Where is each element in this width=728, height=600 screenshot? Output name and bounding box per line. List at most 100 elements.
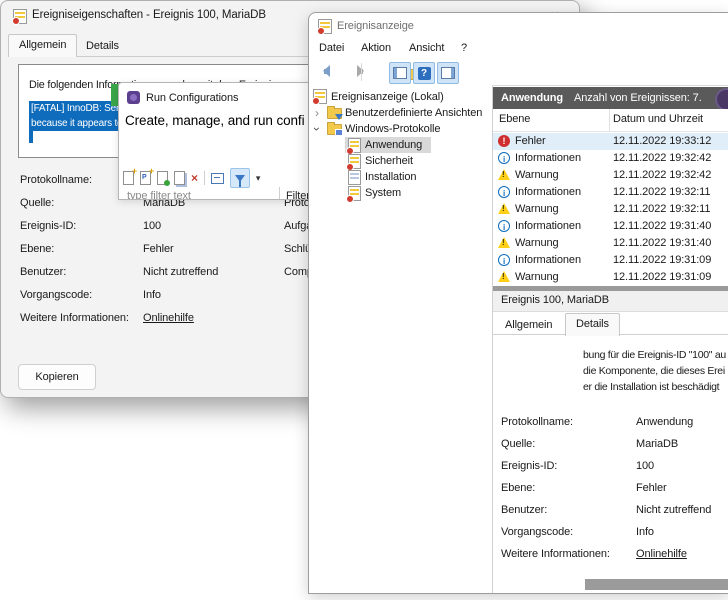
- launch-toolbar: × ▾: [123, 167, 307, 189]
- toolbar: ?: [309, 59, 728, 86]
- field-label: Protokollname:: [20, 174, 92, 186]
- event-viewer-window: Ereignisanzeige Datei Aktion Ansicht ? ?…: [308, 12, 728, 594]
- preview-tabs: Allgemein Details: [493, 313, 728, 335]
- row-datetime: 12.11.2022 19:31:09: [613, 254, 711, 266]
- field-value: MariaDB: [636, 438, 678, 450]
- field-value: Fehler: [636, 482, 667, 494]
- setup-log-icon: [348, 170, 361, 185]
- funnel-icon: [235, 175, 245, 182]
- row-level: Warnung: [515, 203, 559, 215]
- chevron-down-icon[interactable]: ›: [310, 127, 324, 131]
- help-toggle-icon[interactable]: ?: [413, 62, 435, 84]
- tree-root-label: Ereignisanzeige (Lokal): [331, 91, 444, 103]
- tab-allgemein[interactable]: Allgemein: [495, 315, 562, 335]
- online-help-link[interactable]: Onlinehilfe: [143, 312, 194, 324]
- menu-datei[interactable]: Datei: [319, 42, 344, 54]
- filter-icon[interactable]: [230, 168, 250, 188]
- preview-title-bar: Ereignis 100, MariaDB: [493, 291, 728, 312]
- log-header-bar: Anwendung Anzahl von Ereignissen: 7.311 …: [493, 87, 728, 109]
- run-configurations-window: Run Configurations Create, manage, and r…: [118, 82, 312, 200]
- info-icon: [498, 152, 510, 164]
- new-launch-configuration-icon[interactable]: [123, 171, 134, 185]
- menu-aktion[interactable]: Aktion: [361, 42, 391, 54]
- tab-details[interactable]: Details: [565, 313, 620, 336]
- row-level: Fehler: [515, 135, 546, 147]
- row-datetime: 12.11.2022 19:31:40: [613, 220, 711, 232]
- field-value: Nicht zutreffend: [143, 266, 218, 278]
- tree-item-label: Benutzerdefinierte Ansichten: [345, 107, 482, 119]
- application-log-icon: [348, 138, 361, 153]
- log-name: Anwendung: [501, 92, 563, 104]
- dropdown-caret-icon[interactable]: ▾: [256, 173, 260, 184]
- link-prototype-icon[interactable]: [157, 171, 168, 185]
- field-label: Weitere Informationen:: [501, 548, 610, 560]
- table-row[interactable]: Fehler 12.11.2022 19:33:12: [493, 133, 728, 150]
- chevron-right-icon[interactable]: ›: [315, 106, 319, 120]
- delete-icon[interactable]: ×: [191, 172, 198, 185]
- error-icon: [498, 135, 510, 147]
- row-datetime: 12.11.2022 19:32:42: [613, 169, 711, 181]
- field-value: 100: [636, 460, 654, 472]
- back-icon[interactable]: [317, 65, 331, 78]
- dialog-heading: Create, manage, and run confi: [125, 113, 304, 128]
- row-level: Warnung: [515, 237, 559, 249]
- row-datetime: 12.11.2022 19:32:42: [613, 152, 711, 164]
- purple-indicator-icon: [715, 88, 728, 111]
- row-datetime: 12.11.2022 19:31:09: [613, 271, 711, 283]
- column-divider[interactable]: [609, 109, 610, 131]
- description-fragment: bung für die Ereignis-ID "100" au: [583, 347, 728, 363]
- filter-input[interactable]: type filter text: [127, 190, 191, 200]
- field-value: Anwendung: [636, 416, 693, 428]
- event-viewer-icon: [313, 89, 327, 104]
- table-row[interactable]: Informationen 12.11.2022 19:32:11: [493, 184, 728, 201]
- table-row[interactable]: Informationen 12.11.2022 19:31:09: [493, 252, 728, 269]
- collapse-all-icon[interactable]: [211, 173, 224, 184]
- event-viewer-icon: [13, 9, 27, 24]
- row-level: Informationen: [515, 152, 581, 164]
- copy-button[interactable]: Kopieren: [18, 364, 96, 390]
- menu-ansicht[interactable]: Ansicht: [409, 42, 444, 54]
- table-row[interactable]: Warnung 12.11.2022 19:32:42: [493, 167, 728, 184]
- bottom-scroll-bar[interactable]: [585, 579, 728, 590]
- console-tree-panel: Ereignisanzeige (Lokal) › Benutzerdefini…: [309, 85, 493, 593]
- panel-left-icon: [393, 67, 407, 79]
- field-value: Info: [143, 289, 161, 301]
- field-value: Nicht zutreffend: [636, 504, 711, 516]
- column-ebene[interactable]: Ebene: [499, 113, 530, 125]
- tree-item-label: Sicherheit: [365, 155, 413, 167]
- panel-divider: [279, 187, 280, 199]
- row-level: Warnung: [515, 169, 559, 181]
- menu-help[interactable]: ?: [461, 42, 467, 54]
- table-row[interactable]: Warnung 12.11.2022 19:31:40: [493, 235, 728, 252]
- column-header-row: Ebene Datum und Uhrzeit: [493, 109, 728, 132]
- row-datetime: 12.11.2022 19:32:11: [613, 186, 710, 198]
- duplicate-icon[interactable]: [174, 171, 185, 185]
- table-row[interactable]: Informationen 12.11.2022 19:32:42: [493, 150, 728, 167]
- event-count: Anzahl von Ereignissen: 7.311 (!) N: [574, 92, 702, 104]
- online-help-link[interactable]: Onlinehilfe: [636, 548, 687, 560]
- warning-icon: [498, 169, 510, 180]
- row-datetime: 12.11.2022 19:31:40: [613, 237, 711, 249]
- forward-icon[interactable]: [356, 65, 370, 78]
- new-prototype-icon[interactable]: [140, 171, 151, 185]
- console-tree-toggle-icon[interactable]: [389, 62, 411, 84]
- table-row[interactable]: Warnung 12.11.2022 19:31:09: [493, 269, 728, 286]
- row-level: Informationen: [515, 186, 581, 198]
- column-datum[interactable]: Datum und Uhrzeit: [613, 113, 703, 125]
- tab-details[interactable]: Details: [76, 36, 129, 56]
- security-log-icon: [348, 154, 361, 169]
- action-pane-toggle-icon[interactable]: [437, 62, 459, 84]
- field-label: Weitere Informationen:: [20, 312, 129, 324]
- windows-logs-folder-icon: [327, 124, 342, 135]
- row-level: Informationen: [515, 254, 581, 266]
- field-value: 100: [143, 220, 161, 232]
- tree-item-label: System: [365, 187, 401, 199]
- help-icon: ?: [418, 67, 431, 80]
- table-row[interactable]: Informationen 12.11.2022 19:31:40: [493, 218, 728, 235]
- tab-allgemein[interactable]: Allgemein: [8, 34, 77, 57]
- toolbar-separator: [361, 63, 362, 81]
- table-row[interactable]: Warnung 12.11.2022 19:32:11: [493, 201, 728, 218]
- row-level: Informationen: [515, 220, 581, 232]
- run-configurations-icon: [127, 91, 140, 104]
- warning-icon: [498, 203, 510, 214]
